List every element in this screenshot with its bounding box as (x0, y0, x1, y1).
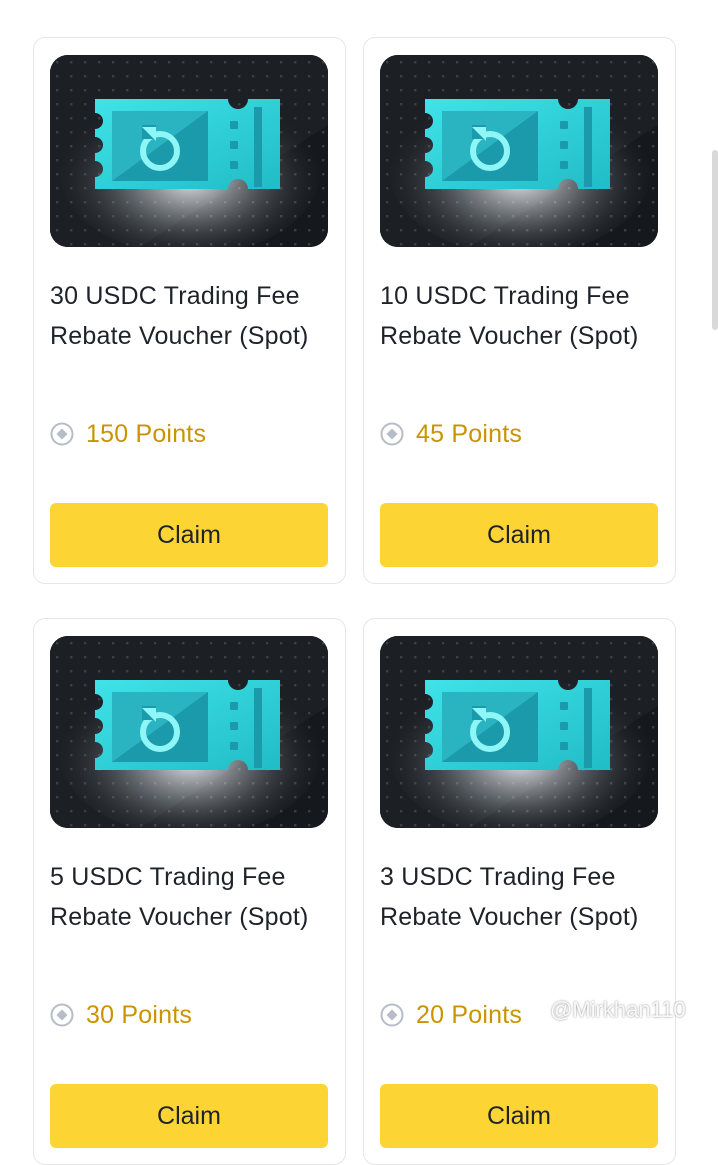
rebate-voucher-icon (380, 636, 658, 828)
voucher-title: 10 USDC Trading Fee Rebate Voucher (Spot… (380, 282, 639, 350)
points-cost: 20 Points (416, 1000, 523, 1029)
watermark-logo-icon (523, 1000, 543, 1020)
points-row: 150 Points (50, 414, 206, 454)
points-row: 30 Points (50, 995, 192, 1035)
points-cost: 150 Points (86, 419, 207, 448)
points-coin-icon (380, 422, 404, 446)
voucher-title: 3 USDC Trading Fee Rebate Voucher (Spot) (380, 863, 639, 931)
points-coin-icon (50, 422, 74, 446)
voucher-thumbnail (380, 55, 658, 247)
points-row: 45 Points (380, 414, 522, 454)
claim-button[interactable]: Claim (50, 503, 328, 567)
voucher-card: 10 USDC Trading Fee Rebate Voucher (Spot… (363, 37, 676, 584)
voucher-thumbnail (50, 636, 328, 828)
claim-button[interactable]: Claim (380, 503, 658, 567)
claim-button[interactable]: Claim (380, 1084, 658, 1148)
points-row: 20 Points (380, 995, 522, 1035)
voucher-card: 30 USDC Trading Fee Rebate Voucher (Spot… (33, 37, 346, 584)
rebate-voucher-icon (380, 55, 658, 247)
voucher-thumbnail (50, 55, 328, 247)
watermark: @Mirkhan110 (522, 995, 686, 1025)
points-coin-icon (50, 1003, 74, 1027)
points-coin-icon (380, 1003, 404, 1027)
voucher-title: 5 USDC Trading Fee Rebate Voucher (Spot) (50, 863, 309, 931)
points-cost: 45 Points (416, 419, 523, 448)
claim-button[interactable]: Claim (50, 1084, 328, 1148)
rebate-voucher-icon (50, 55, 328, 247)
watermark-text: @Mirkhan110 (550, 997, 686, 1022)
voucher-card: 3 USDC Trading Fee Rebate Voucher (Spot)… (363, 618, 676, 1165)
rebate-voucher-icon (50, 636, 328, 828)
voucher-title: 30 USDC Trading Fee Rebate Voucher (Spot… (50, 282, 309, 350)
voucher-thumbnail (380, 636, 658, 828)
scrollbar[interactable] (712, 150, 718, 330)
voucher-card: 5 USDC Trading Fee Rebate Voucher (Spot)… (33, 618, 346, 1165)
points-cost: 30 Points (86, 1000, 193, 1029)
